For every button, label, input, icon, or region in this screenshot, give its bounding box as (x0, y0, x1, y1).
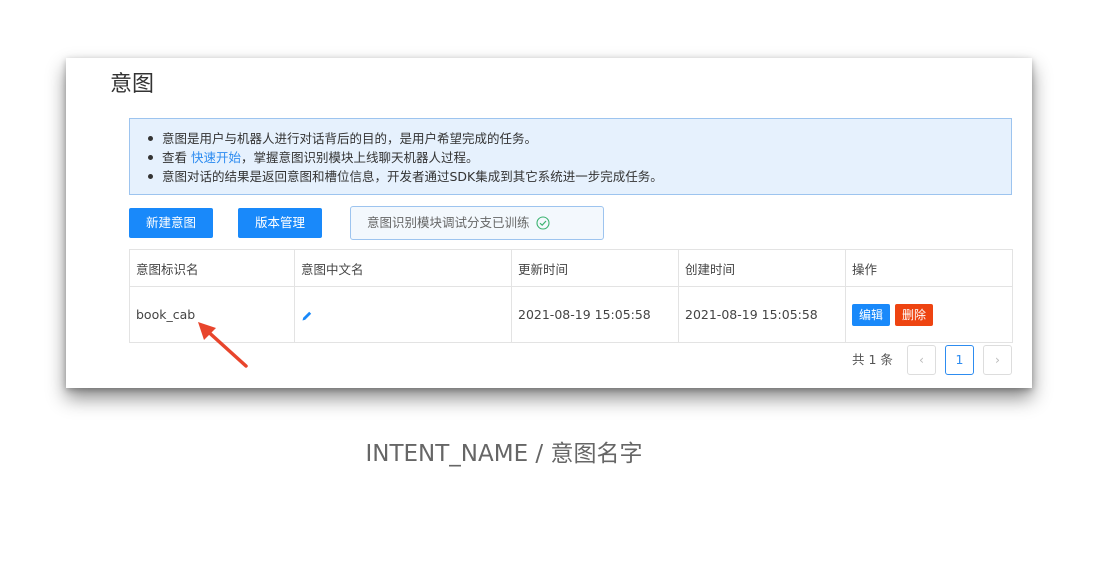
table-header-row: 意图标识名 意图中文名 更新时间 创建时间 操作 (129, 249, 1013, 287)
intent-cn-name-cell (294, 286, 512, 343)
page-title: 意图 (110, 72, 155, 97)
actions-cell: 编辑 删除 (845, 286, 1013, 343)
bullet-icon (148, 174, 153, 179)
updated-time-cell: 2021-08-19 15:05:58 (511, 286, 679, 343)
caption: INTENT_NAME / 意图名字 (365, 441, 643, 467)
prev-page-button[interactable]: ‹ (907, 345, 936, 375)
training-status-text: 意图识别模块调试分支已训练 (367, 215, 530, 230)
table-row: book_cab 2021-08-19 15:05:58 2021-08-19 … (129, 286, 1013, 343)
quick-start-link[interactable]: 快速开始 (191, 150, 241, 165)
training-status-badge: 意图识别模块调试分支已训练 (350, 206, 604, 240)
check-circle-icon (535, 215, 550, 230)
bullet-icon (148, 155, 153, 160)
column-header: 创建时间 (678, 249, 846, 287)
annotation-arrow-icon (198, 322, 248, 368)
bullet-icon (148, 136, 153, 141)
column-header: 意图中文名 (294, 249, 512, 287)
page-1-button[interactable]: 1 (945, 345, 974, 375)
version-management-button[interactable]: 版本管理 (238, 208, 322, 238)
next-page-button[interactable]: › (983, 345, 1012, 375)
info-line-1: 意图是用户与机器人进行对话背后的目的，是用户希望完成的任务。 (148, 129, 1011, 148)
new-intent-button[interactable]: 新建意图 (129, 208, 213, 238)
column-header: 意图标识名 (129, 249, 295, 287)
column-header: 操作 (845, 249, 1013, 287)
info-line-3: 意图对话的结果是返回意图和槽位信息，开发者通过SDK集成到其它系统进一步完成任务… (148, 167, 1011, 186)
pencil-icon[interactable] (301, 310, 313, 322)
edit-button[interactable]: 编辑 (852, 303, 891, 326)
pagination-total: 共 1 条 (852, 352, 893, 367)
created-time-cell: 2021-08-19 15:05:58 (678, 286, 846, 343)
intent-table: 意图标识名 意图中文名 更新时间 创建时间 操作 book_cab 2021-0… (129, 249, 1013, 343)
info-box: 意图是用户与机器人进行对话背后的目的，是用户希望完成的任务。 查看 快速开始，掌… (129, 118, 1012, 195)
delete-button[interactable]: 删除 (895, 303, 934, 326)
column-header: 更新时间 (511, 249, 679, 287)
info-line-2: 查看 快速开始，掌握意图识别模块上线聊天机器人过程。 (148, 148, 1011, 167)
